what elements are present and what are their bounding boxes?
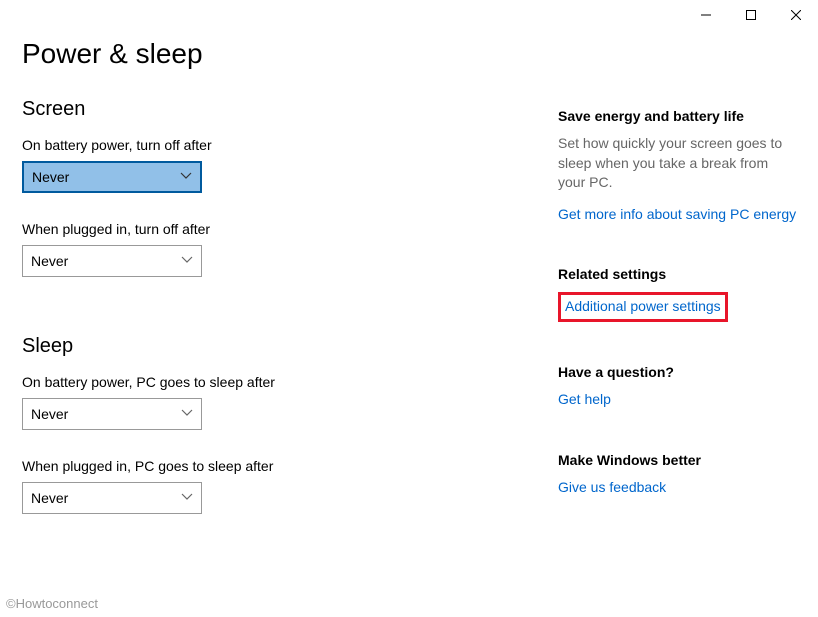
maximize-button[interactable] [728,0,773,30]
related-heading: Related settings [558,266,798,282]
sleep-plugged-select[interactable]: Never [22,482,202,514]
chevron-down-icon [181,408,193,420]
sleep-plugged-value: Never [31,490,68,506]
energy-link[interactable]: Get more info about saving PC energy [558,205,796,225]
screen-plugged-label: When plugged in, turn off after [22,221,552,237]
screen-plugged-select[interactable]: Never [22,245,202,277]
minimize-button[interactable] [683,0,728,30]
footer-watermark: ©Howtoconnect [6,596,98,611]
chevron-down-icon [181,255,193,267]
question-heading: Have a question? [558,364,798,380]
sleep-heading: Sleep [22,335,552,358]
screen-battery-select[interactable]: Never [22,161,202,193]
chevron-down-icon [181,492,193,504]
screen-plugged-value: Never [31,253,68,269]
question-block: Have a question? Get help [558,364,798,410]
sleep-battery-select[interactable]: Never [22,398,202,430]
title-bar [0,0,818,30]
additional-power-settings-link[interactable]: Additional power settings [565,297,721,317]
screen-battery-value: Never [32,169,69,185]
energy-heading: Save energy and battery life [558,108,798,124]
get-help-link[interactable]: Get help [558,390,611,410]
main-column: Power & sleep Screen On battery power, t… [22,38,552,542]
highlight-box: Additional power settings [558,292,728,322]
page-title: Power & sleep [22,38,552,70]
sleep-battery-value: Never [31,406,68,422]
feedback-link[interactable]: Give us feedback [558,478,666,498]
sleep-battery-label: On battery power, PC goes to sleep after [22,374,552,390]
related-block: Related settings Additional power settin… [558,266,798,322]
chevron-down-icon [180,171,192,183]
screen-battery-label: On battery power, turn off after [22,137,552,153]
close-button[interactable] [773,0,818,30]
energy-text: Set how quickly your screen goes to slee… [558,134,798,193]
sleep-plugged-label: When plugged in, PC goes to sleep after [22,458,552,474]
screen-heading: Screen [22,98,552,121]
energy-block: Save energy and battery life Set how qui… [558,108,798,224]
side-column: Save energy and battery life Set how qui… [552,38,798,542]
better-heading: Make Windows better [558,452,798,468]
better-block: Make Windows better Give us feedback [558,452,798,498]
